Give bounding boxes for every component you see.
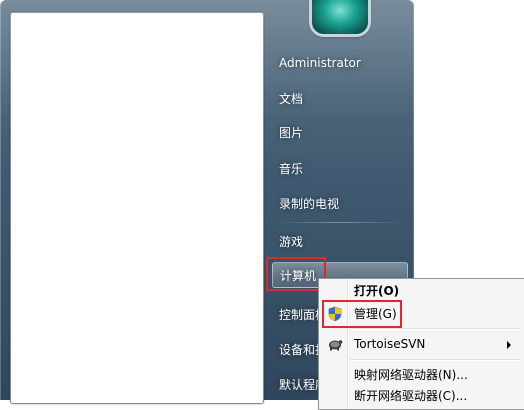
context-separator: [350, 328, 520, 329]
context-item-map-network-drive[interactable]: 映射网络驱动器(N)...: [321, 364, 521, 386]
start-item-games[interactable]: 游戏: [272, 229, 408, 255]
start-item-recorded-tv[interactable]: 录制的电视: [272, 191, 408, 217]
context-item-disconnect-network-drive[interactable]: 断开网络驱动器(C)...: [321, 385, 521, 407]
start-item-pictures[interactable]: 图片: [272, 120, 408, 146]
start-item-administrator[interactable]: Administrator: [272, 50, 408, 76]
context-item-label: 管理(G): [354, 307, 397, 321]
context-item-tortoisesvn[interactable]: TortoiseSVN: [321, 333, 521, 355]
context-item-label: 打开(O): [354, 284, 400, 298]
shield-icon: [328, 306, 342, 322]
context-separator: [350, 359, 520, 360]
context-item-label: TortoiseSVN: [354, 337, 426, 351]
user-picture-icon[interactable]: [312, 0, 368, 34]
start-item-music[interactable]: 音乐: [272, 156, 408, 182]
context-item-label: 断开网络驱动器(C)...: [354, 389, 468, 403]
context-item-manage[interactable]: 管理(G): [321, 303, 521, 325]
programs-pane: [10, 12, 264, 404]
menu-separator: [276, 222, 404, 223]
context-item-open[interactable]: 打开(O): [321, 280, 521, 302]
start-item-documents[interactable]: 文档: [272, 86, 408, 112]
submenu-arrow-icon: [507, 341, 511, 349]
context-item-label: 映射网络驱动器(N)...: [354, 368, 468, 382]
context-menu: 打开(O) 管理(G) TortoiseSVN 映射网络驱动器(N)... 断开…: [318, 278, 524, 410]
tortoise-svn-icon: [329, 340, 343, 351]
